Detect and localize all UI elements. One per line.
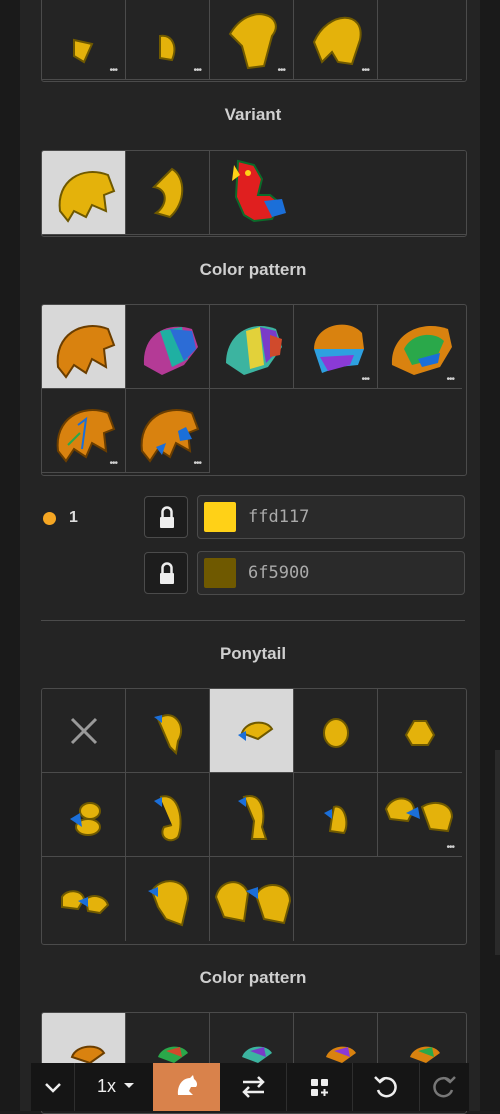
- variant-option-3[interactable]: [210, 151, 466, 235]
- more-icon[interactable]: •••: [361, 66, 369, 76]
- redo-button[interactable]: [420, 1063, 469, 1111]
- ponytail-icon: [238, 721, 274, 741]
- option-empty-area: [210, 389, 466, 473]
- ponytail-icon: [148, 880, 190, 927]
- color-pattern-grid: ••• ••• ••• •••: [41, 304, 467, 476]
- collapse-button[interactable]: [31, 1063, 75, 1111]
- mane-icon: [226, 326, 282, 375]
- more-icon[interactable]: •••: [193, 66, 201, 76]
- more-icon[interactable]: •••: [193, 459, 201, 469]
- more-icon[interactable]: •••: [109, 459, 117, 469]
- mane-icon: [151, 167, 184, 219]
- ponytail-icon: [154, 795, 182, 842]
- add-layout-icon: [311, 1079, 328, 1096]
- section-title-variant: Variant: [224, 105, 282, 124]
- fill-color-swatch[interactable]: [204, 502, 236, 532]
- lock-button-outline[interactable]: [144, 552, 188, 594]
- ponytail-option-1[interactable]: [126, 689, 210, 773]
- variant-grid: [41, 150, 467, 237]
- pattern-option-6[interactable]: •••: [42, 389, 126, 473]
- pattern-option-4[interactable]: •••: [294, 305, 378, 389]
- scrollbar[interactable]: [495, 750, 500, 955]
- pony-tab-button[interactable]: [153, 1063, 220, 1111]
- ponytail-option-2[interactable]: [210, 689, 294, 773]
- pattern-option-1[interactable]: [42, 305, 126, 389]
- pony-preview-icon: [232, 159, 286, 223]
- ponytail-option-7[interactable]: [210, 773, 294, 857]
- ponytail-option-3[interactable]: [294, 689, 378, 773]
- mane-icon: [56, 325, 116, 379]
- more-icon[interactable]: •••: [277, 66, 285, 76]
- more-icon[interactable]: •••: [446, 843, 454, 853]
- ponytail-none[interactable]: [42, 689, 126, 773]
- right-gutter: [480, 0, 500, 1111]
- fill-color-hex: ffd117: [248, 507, 310, 527]
- left-gutter: [0, 0, 20, 1111]
- redo-icon: [433, 1076, 456, 1098]
- swap-button[interactable]: [220, 1063, 287, 1111]
- add-layout-button[interactable]: [287, 1063, 353, 1111]
- outline-color-swatch[interactable]: [204, 558, 236, 588]
- swap-icon: [242, 1076, 265, 1098]
- variant-option-1[interactable]: [42, 151, 126, 235]
- pattern-option-2[interactable]: [126, 305, 210, 389]
- option-empty: [378, 0, 462, 80]
- ponytail-option-12[interactable]: [210, 857, 294, 941]
- chevron-down-icon: [45, 1083, 61, 1093]
- ponytail-option-5[interactable]: [42, 773, 126, 857]
- mane-icon: [58, 171, 116, 223]
- ponytail-icon: [70, 802, 101, 836]
- undo-button[interactable]: [353, 1063, 420, 1111]
- ponytail-icon: [404, 720, 436, 746]
- section-title-ponytail: Ponytail: [219, 644, 287, 663]
- section-title-color-pattern: Color pattern: [199, 260, 307, 279]
- lock-icon: [160, 562, 174, 584]
- close-icon: [70, 717, 98, 745]
- ponytail-grid: •••: [41, 688, 467, 945]
- ponytail-option-6[interactable]: [126, 773, 210, 857]
- color-indicator-dot: [43, 512, 56, 525]
- bottom-toolbar: 1x: [31, 1063, 469, 1111]
- ponytail-option-11[interactable]: [126, 857, 210, 941]
- more-icon[interactable]: •••: [446, 375, 454, 385]
- option-tail-1[interactable]: •••: [42, 0, 126, 80]
- tail-options-grid: ••• ••• ••• •••: [41, 0, 467, 82]
- ponytail-icon: [61, 890, 110, 915]
- undo-icon: [374, 1076, 397, 1098]
- zoom-level: 1x: [97, 1076, 117, 1096]
- outline-color-field[interactable]: 6f5900: [197, 551, 465, 595]
- ponytail-icon: [324, 805, 348, 835]
- mane-icon: [143, 326, 198, 375]
- section-divider: [41, 620, 465, 621]
- ponytail-option-9[interactable]: •••: [378, 773, 462, 857]
- outline-color-hex: 6f5900: [248, 563, 310, 583]
- more-icon[interactable]: •••: [361, 375, 369, 385]
- zoom-select[interactable]: 1x: [75, 1063, 153, 1111]
- ponytail-option-4[interactable]: [378, 689, 462, 773]
- caret-down-icon: [124, 1083, 134, 1088]
- ponytail-icon: [154, 714, 183, 756]
- pattern-option-5[interactable]: •••: [378, 305, 462, 389]
- option-tail-3[interactable]: •••: [210, 0, 294, 80]
- lock-button-fill[interactable]: [144, 496, 188, 538]
- option-tail-4[interactable]: •••: [294, 0, 378, 80]
- color-index: 1: [69, 509, 78, 526]
- pattern-option-3[interactable]: [210, 305, 294, 389]
- ponytail-icon: [214, 881, 292, 925]
- pony-icon: [177, 1075, 198, 1095]
- more-icon[interactable]: •••: [109, 66, 117, 76]
- ponytail-icon: [238, 795, 268, 840]
- pattern-option-7[interactable]: •••: [126, 389, 210, 473]
- option-tail-2[interactable]: •••: [126, 0, 210, 80]
- option-empty-area: [294, 857, 466, 941]
- ponytail-icon: [323, 718, 349, 748]
- lock-icon: [160, 506, 174, 528]
- variant-option-2[interactable]: [126, 151, 210, 235]
- ponytail-option-10[interactable]: [42, 857, 126, 941]
- ponytail-option-8[interactable]: [294, 773, 378, 857]
- fill-color-field[interactable]: ffd117: [197, 495, 465, 539]
- section-title-color-pattern-2: Color pattern: [199, 968, 307, 987]
